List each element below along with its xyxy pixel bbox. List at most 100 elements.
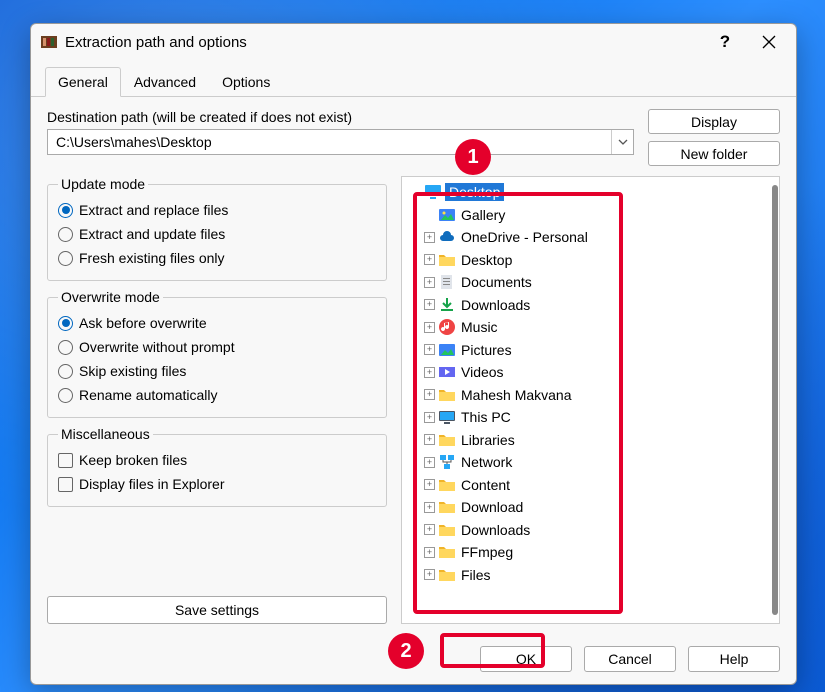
tree-item[interactable]: +Libraries xyxy=(404,429,777,452)
desktop-blue-icon xyxy=(424,183,442,201)
tree-label: Downloads xyxy=(459,296,532,314)
tab-options[interactable]: Options xyxy=(209,67,283,97)
tree-item[interactable]: + Files xyxy=(404,564,777,587)
new-folder-button[interactable]: New folder xyxy=(648,141,780,166)
tree-label: Mahesh Makvana xyxy=(459,386,574,404)
help-button[interactable]: Help xyxy=(688,646,780,672)
destination-combo[interactable] xyxy=(47,129,634,155)
expand-icon[interactable]: + xyxy=(424,502,435,513)
tree-item[interactable]: Desktop xyxy=(404,181,777,204)
pictures-icon xyxy=(438,341,456,359)
tree-label: Download xyxy=(459,498,525,516)
tree-item[interactable]: + OneDrive - Personal xyxy=(404,226,777,249)
tree-item[interactable]: +Music xyxy=(404,316,777,339)
tree-item[interactable]: + Content xyxy=(404,474,777,497)
destination-input[interactable] xyxy=(48,134,611,150)
folder-icon xyxy=(438,476,456,494)
tree-item[interactable]: + Desktop xyxy=(404,249,777,272)
expand-icon[interactable]: + xyxy=(424,322,435,333)
tree-label: Documents xyxy=(459,273,534,291)
tree-scrollbar[interactable] xyxy=(772,185,778,615)
tree-label: Desktop xyxy=(459,251,514,269)
tree-item[interactable]: + Network xyxy=(404,451,777,474)
check-display-explorer[interactable]: Display files in Explorer xyxy=(58,472,376,496)
folder-icon xyxy=(438,386,456,404)
expand-icon[interactable]: + xyxy=(424,547,435,558)
dialog-footer: OK Cancel Help xyxy=(31,634,796,684)
radio-icon xyxy=(58,364,73,379)
expand-icon[interactable]: + xyxy=(424,344,435,355)
check-keep-broken[interactable]: Keep broken files xyxy=(58,448,376,472)
close-button[interactable] xyxy=(750,28,788,56)
tree-item[interactable]: +This PC xyxy=(404,406,777,429)
checkbox-icon xyxy=(58,477,73,492)
radio-overwrite-noprompt[interactable]: Overwrite without prompt xyxy=(58,335,376,359)
music-icon xyxy=(438,318,456,336)
tree-item[interactable]: + Documents xyxy=(404,271,777,294)
radio-icon xyxy=(58,251,73,266)
expand-icon[interactable]: + xyxy=(424,254,435,265)
expand-icon[interactable]: + xyxy=(424,457,435,468)
destination-dropdown[interactable] xyxy=(611,130,633,154)
tree-label: FFmpeg xyxy=(459,543,515,561)
expand-icon[interactable]: + xyxy=(424,412,435,423)
overwrite-mode-group: Overwrite mode Ask before overwrite Over… xyxy=(47,289,387,418)
folder-icon xyxy=(438,498,456,516)
tab-general[interactable]: General xyxy=(45,67,121,97)
download-icon xyxy=(438,296,456,314)
help-icon[interactable]: ? xyxy=(706,28,744,56)
radio-icon xyxy=(58,340,73,355)
expand-icon[interactable]: + xyxy=(424,232,435,243)
radio-fresh-existing[interactable]: Fresh existing files only xyxy=(58,246,376,270)
expand-icon[interactable]: + xyxy=(424,479,435,490)
folder-tree[interactable]: Desktop Gallery + OneDrive - Personal + Deskt… xyxy=(401,176,780,624)
tree-label: Gallery xyxy=(459,206,507,224)
expand-icon[interactable]: + xyxy=(424,524,435,535)
tree-label: Downloads xyxy=(459,521,532,539)
tree-item[interactable]: + Download xyxy=(404,496,777,519)
update-mode-group: Update mode Extract and replace files Ex… xyxy=(47,176,387,281)
radio-extract-replace[interactable]: Extract and replace files xyxy=(58,198,376,222)
radio-skip-existing[interactable]: Skip existing files xyxy=(58,359,376,383)
destination-label: Destination path (will be created if doe… xyxy=(47,109,634,125)
tree-label: Network xyxy=(459,453,514,471)
folder-icon xyxy=(438,521,456,539)
tree-label: OneDrive - Personal xyxy=(459,228,590,246)
tree-item[interactable]: + Videos xyxy=(404,361,777,384)
save-settings-button[interactable]: Save settings xyxy=(47,596,387,624)
display-button[interactable]: Display xyxy=(648,109,780,134)
cloud-icon xyxy=(438,228,456,246)
expand-icon[interactable]: + xyxy=(424,389,435,400)
expand-icon[interactable]: + xyxy=(424,367,435,378)
expand-icon[interactable]: + xyxy=(424,569,435,580)
tree-item[interactable]: +Pictures xyxy=(404,339,777,362)
titlebar: Extraction path and options ? xyxy=(31,24,796,60)
app-icon xyxy=(41,34,57,50)
expand-icon[interactable]: + xyxy=(424,434,435,445)
network-icon xyxy=(438,453,456,471)
radio-icon xyxy=(58,203,73,218)
tab-advanced[interactable]: Advanced xyxy=(121,67,209,97)
tree-label: Desktop xyxy=(445,183,504,201)
expand-icon[interactable]: + xyxy=(424,277,435,288)
extraction-dialog: Extraction path and options ? General Ad… xyxy=(30,23,797,685)
tree-label: Files xyxy=(459,566,493,584)
tree-item[interactable]: + Mahesh Makvana xyxy=(404,384,777,407)
radio-ask-overwrite[interactable]: Ask before overwrite xyxy=(58,311,376,335)
radio-extract-update[interactable]: Extract and update files xyxy=(58,222,376,246)
folder-icon xyxy=(438,543,456,561)
expand-icon[interactable]: + xyxy=(424,299,435,310)
cancel-button[interactable]: Cancel xyxy=(584,646,676,672)
ok-button[interactable]: OK xyxy=(480,646,572,672)
radio-rename-auto[interactable]: Rename automatically xyxy=(58,383,376,407)
folder-icon xyxy=(438,566,456,584)
tree-label: Videos xyxy=(459,363,506,381)
tree-item[interactable]: + FFmpeg xyxy=(404,541,777,564)
gallery-icon xyxy=(438,206,456,224)
update-mode-legend: Update mode xyxy=(58,176,148,192)
expand-spacer xyxy=(410,187,421,198)
tree-item[interactable]: Gallery xyxy=(404,204,777,227)
tree-item[interactable]: + Downloads xyxy=(404,294,777,317)
tree-label: Content xyxy=(459,476,512,494)
tree-item[interactable]: + Downloads xyxy=(404,519,777,542)
